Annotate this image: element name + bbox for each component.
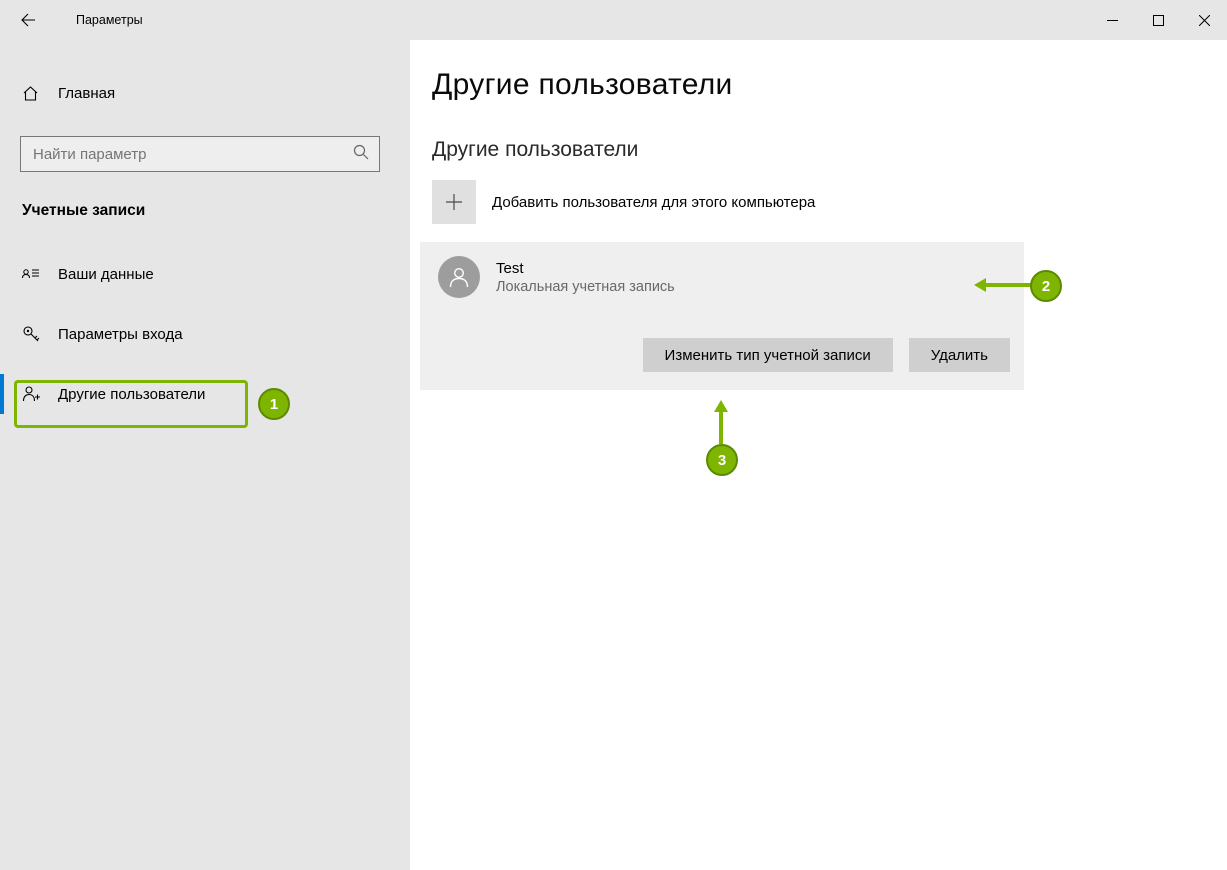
user-actions: Изменить тип учетной записи Удалить bbox=[434, 338, 1010, 372]
content-pane: Другие пользователи Другие пользователи … bbox=[410, 40, 1227, 870]
sidebar-item-label: Другие пользователи bbox=[58, 386, 205, 403]
user-type: Локальная учетная запись bbox=[496, 279, 675, 295]
page-title: Другие пользователи bbox=[432, 68, 1227, 102]
sidebar-item-other-users[interactable]: Другие пользователи bbox=[0, 372, 410, 416]
id-card-icon bbox=[22, 267, 40, 281]
user-info: Test Локальная учетная запись bbox=[496, 260, 675, 295]
back-button[interactable] bbox=[8, 0, 48, 40]
plus-tile bbox=[432, 180, 476, 224]
sidebar-item-signin-options[interactable]: Параметры входа bbox=[0, 312, 410, 356]
user-name: Test bbox=[496, 260, 675, 277]
add-user-label: Добавить пользователя для этого компьюте… bbox=[492, 194, 815, 211]
search-box[interactable] bbox=[20, 136, 380, 172]
person-add-icon bbox=[22, 385, 40, 403]
sidebar-home-label: Главная bbox=[58, 85, 115, 102]
maximize-button[interactable] bbox=[1135, 0, 1181, 40]
home-icon bbox=[22, 85, 40, 102]
maximize-icon bbox=[1153, 15, 1164, 26]
person-icon bbox=[447, 265, 471, 289]
minimize-icon bbox=[1107, 15, 1118, 26]
minimize-button[interactable] bbox=[1089, 0, 1135, 40]
window-title: Параметры bbox=[76, 13, 143, 27]
sidebar: Главная Учетные записи Ваши данные bbox=[0, 40, 410, 870]
user-card[interactable]: Test Локальная учетная запись Изменить т… bbox=[420, 242, 1024, 390]
close-icon bbox=[1199, 15, 1210, 26]
key-icon bbox=[22, 325, 40, 343]
sidebar-category: Учетные записи bbox=[0, 202, 410, 220]
delete-button[interactable]: Удалить bbox=[909, 338, 1010, 372]
arrow-left-icon bbox=[20, 12, 36, 28]
sidebar-item-your-info[interactable]: Ваши данные bbox=[0, 252, 410, 296]
sidebar-item-label: Ваши данные bbox=[58, 266, 154, 283]
close-button[interactable] bbox=[1181, 0, 1227, 40]
section-title: Другие пользователи bbox=[432, 138, 1227, 162]
plus-icon bbox=[444, 192, 464, 212]
search-input[interactable] bbox=[21, 145, 335, 164]
sidebar-home[interactable]: Главная bbox=[0, 72, 410, 114]
titlebar: Параметры bbox=[0, 0, 1227, 40]
sidebar-item-label: Параметры входа bbox=[58, 326, 183, 343]
add-user-row[interactable]: Добавить пользователя для этого компьюте… bbox=[432, 180, 1227, 224]
window-controls bbox=[1089, 0, 1227, 40]
search-icon bbox=[353, 144, 369, 165]
user-header: Test Локальная учетная запись bbox=[434, 256, 1010, 298]
avatar bbox=[438, 256, 480, 298]
sidebar-nav: Ваши данные Параметры входа Другие п bbox=[0, 252, 410, 416]
change-account-type-button[interactable]: Изменить тип учетной записи bbox=[643, 338, 893, 372]
